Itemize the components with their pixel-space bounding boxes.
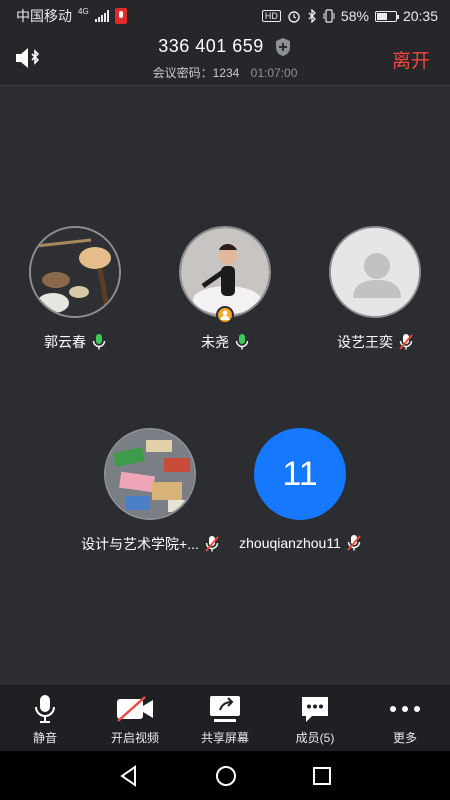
security-shield-icon[interactable] — [274, 37, 292, 57]
participant-name-row: zhouqianzhou11 — [239, 534, 361, 552]
status-right: HD 58% 20:35 — [261, 8, 438, 24]
host-badge-icon — [216, 306, 234, 324]
chat-bubble-icon — [295, 693, 335, 725]
mic-muted-icon — [347, 535, 361, 551]
home-icon[interactable] — [215, 765, 237, 787]
start-video-label: 开启视频 — [110, 731, 159, 745]
participant-name: 未尧 — [201, 334, 229, 350]
clock: 20:35 — [402, 8, 438, 24]
share-screen-label: 共享屏幕 — [200, 731, 249, 745]
network-type: 4G — [78, 7, 89, 16]
hd-icon: HD — [261, 10, 281, 22]
participant-name: 郭云春 — [44, 334, 86, 350]
participant-tile[interactable]: 设计与艺术学院+... — [75, 428, 225, 554]
avatar-initials: 11 — [282, 454, 318, 493]
mic-muted-icon — [399, 334, 413, 350]
mic-on-icon — [235, 334, 249, 350]
more-button[interactable]: 更多 — [360, 685, 450, 751]
meeting-id-row[interactable]: 336 401 659 — [0, 36, 450, 57]
participant-name: zhouqianzhou11 — [239, 535, 341, 551]
meeting-toolbar: 静音 开启视频 共享屏幕 成员(5) 更多 — [0, 685, 450, 751]
more-label: 更多 — [392, 731, 417, 745]
participant-name-row: 设计与艺术学院+... — [81, 534, 219, 554]
spoons-photo — [31, 228, 119, 316]
video-off-icon — [115, 693, 155, 725]
default-person-icon — [331, 228, 419, 316]
avatar — [329, 226, 421, 318]
mute-button[interactable]: 静音 — [0, 685, 90, 751]
mute-label: 静音 — [32, 731, 57, 745]
participant-tile[interactable]: 郭云春 — [0, 226, 150, 352]
more-icon — [385, 693, 425, 725]
back-icon[interactable] — [118, 764, 140, 787]
meeting-header: 336 401 659 会议密码：1234 01:07:00 离开 — [0, 32, 450, 86]
navigation-bar — [0, 751, 450, 800]
status-bar: 中国移动 4G HD 58% 20:35 — [0, 0, 450, 32]
members-button[interactable]: 成员(5) — [270, 685, 360, 751]
bluetooth-icon — [308, 9, 316, 23]
battery-percent: 58% — [340, 8, 369, 24]
share-screen-button[interactable]: 共享屏幕 — [180, 685, 270, 751]
share-screen-icon — [205, 693, 245, 725]
participant-name: 设艺王奕 — [337, 334, 393, 350]
avatar — [179, 226, 271, 318]
vibrate-icon — [323, 9, 335, 23]
meeting-info: 会议密码：1234 01:07:00 — [0, 64, 450, 81]
blocks-photo — [106, 430, 194, 518]
status-left: 中国移动 4G — [16, 6, 127, 26]
meeting-id: 336 401 659 — [158, 36, 264, 56]
carrier-name: 中国移动 — [16, 8, 72, 24]
members-label: 成员(5) — [295, 731, 335, 745]
microphone-icon — [25, 693, 65, 725]
meeting-password: 会议密码：1234 — [152, 66, 240, 80]
recents-icon[interactable] — [312, 766, 332, 786]
recording-icon — [114, 8, 127, 24]
participant-name: 设计与艺术学院+... — [81, 536, 199, 552]
participant-tile[interactable]: 11 zhouqianzhou11 — [225, 428, 375, 552]
battery-icon — [374, 10, 399, 22]
avatar — [29, 226, 121, 318]
alarm-icon — [288, 11, 300, 23]
mic-on-icon — [92, 334, 106, 350]
avatar: 11 — [254, 428, 346, 520]
leave-button[interactable]: 离开 — [392, 46, 430, 73]
participant-tile[interactable]: 未尧 — [150, 226, 300, 352]
meeting-duration: 01:07:00 — [250, 66, 298, 80]
start-video-button[interactable]: 开启视频 — [90, 685, 180, 751]
dancer-photo — [181, 228, 269, 316]
participant-tile[interactable]: 设艺王奕 — [300, 226, 450, 352]
signal-icon — [94, 10, 109, 22]
participant-name-row: 郭云春 — [44, 332, 106, 352]
participant-name-row: 未尧 — [201, 332, 249, 352]
avatar — [104, 428, 196, 520]
mic-muted-icon — [205, 536, 219, 552]
participant-name-row: 设艺王奕 — [337, 332, 413, 352]
